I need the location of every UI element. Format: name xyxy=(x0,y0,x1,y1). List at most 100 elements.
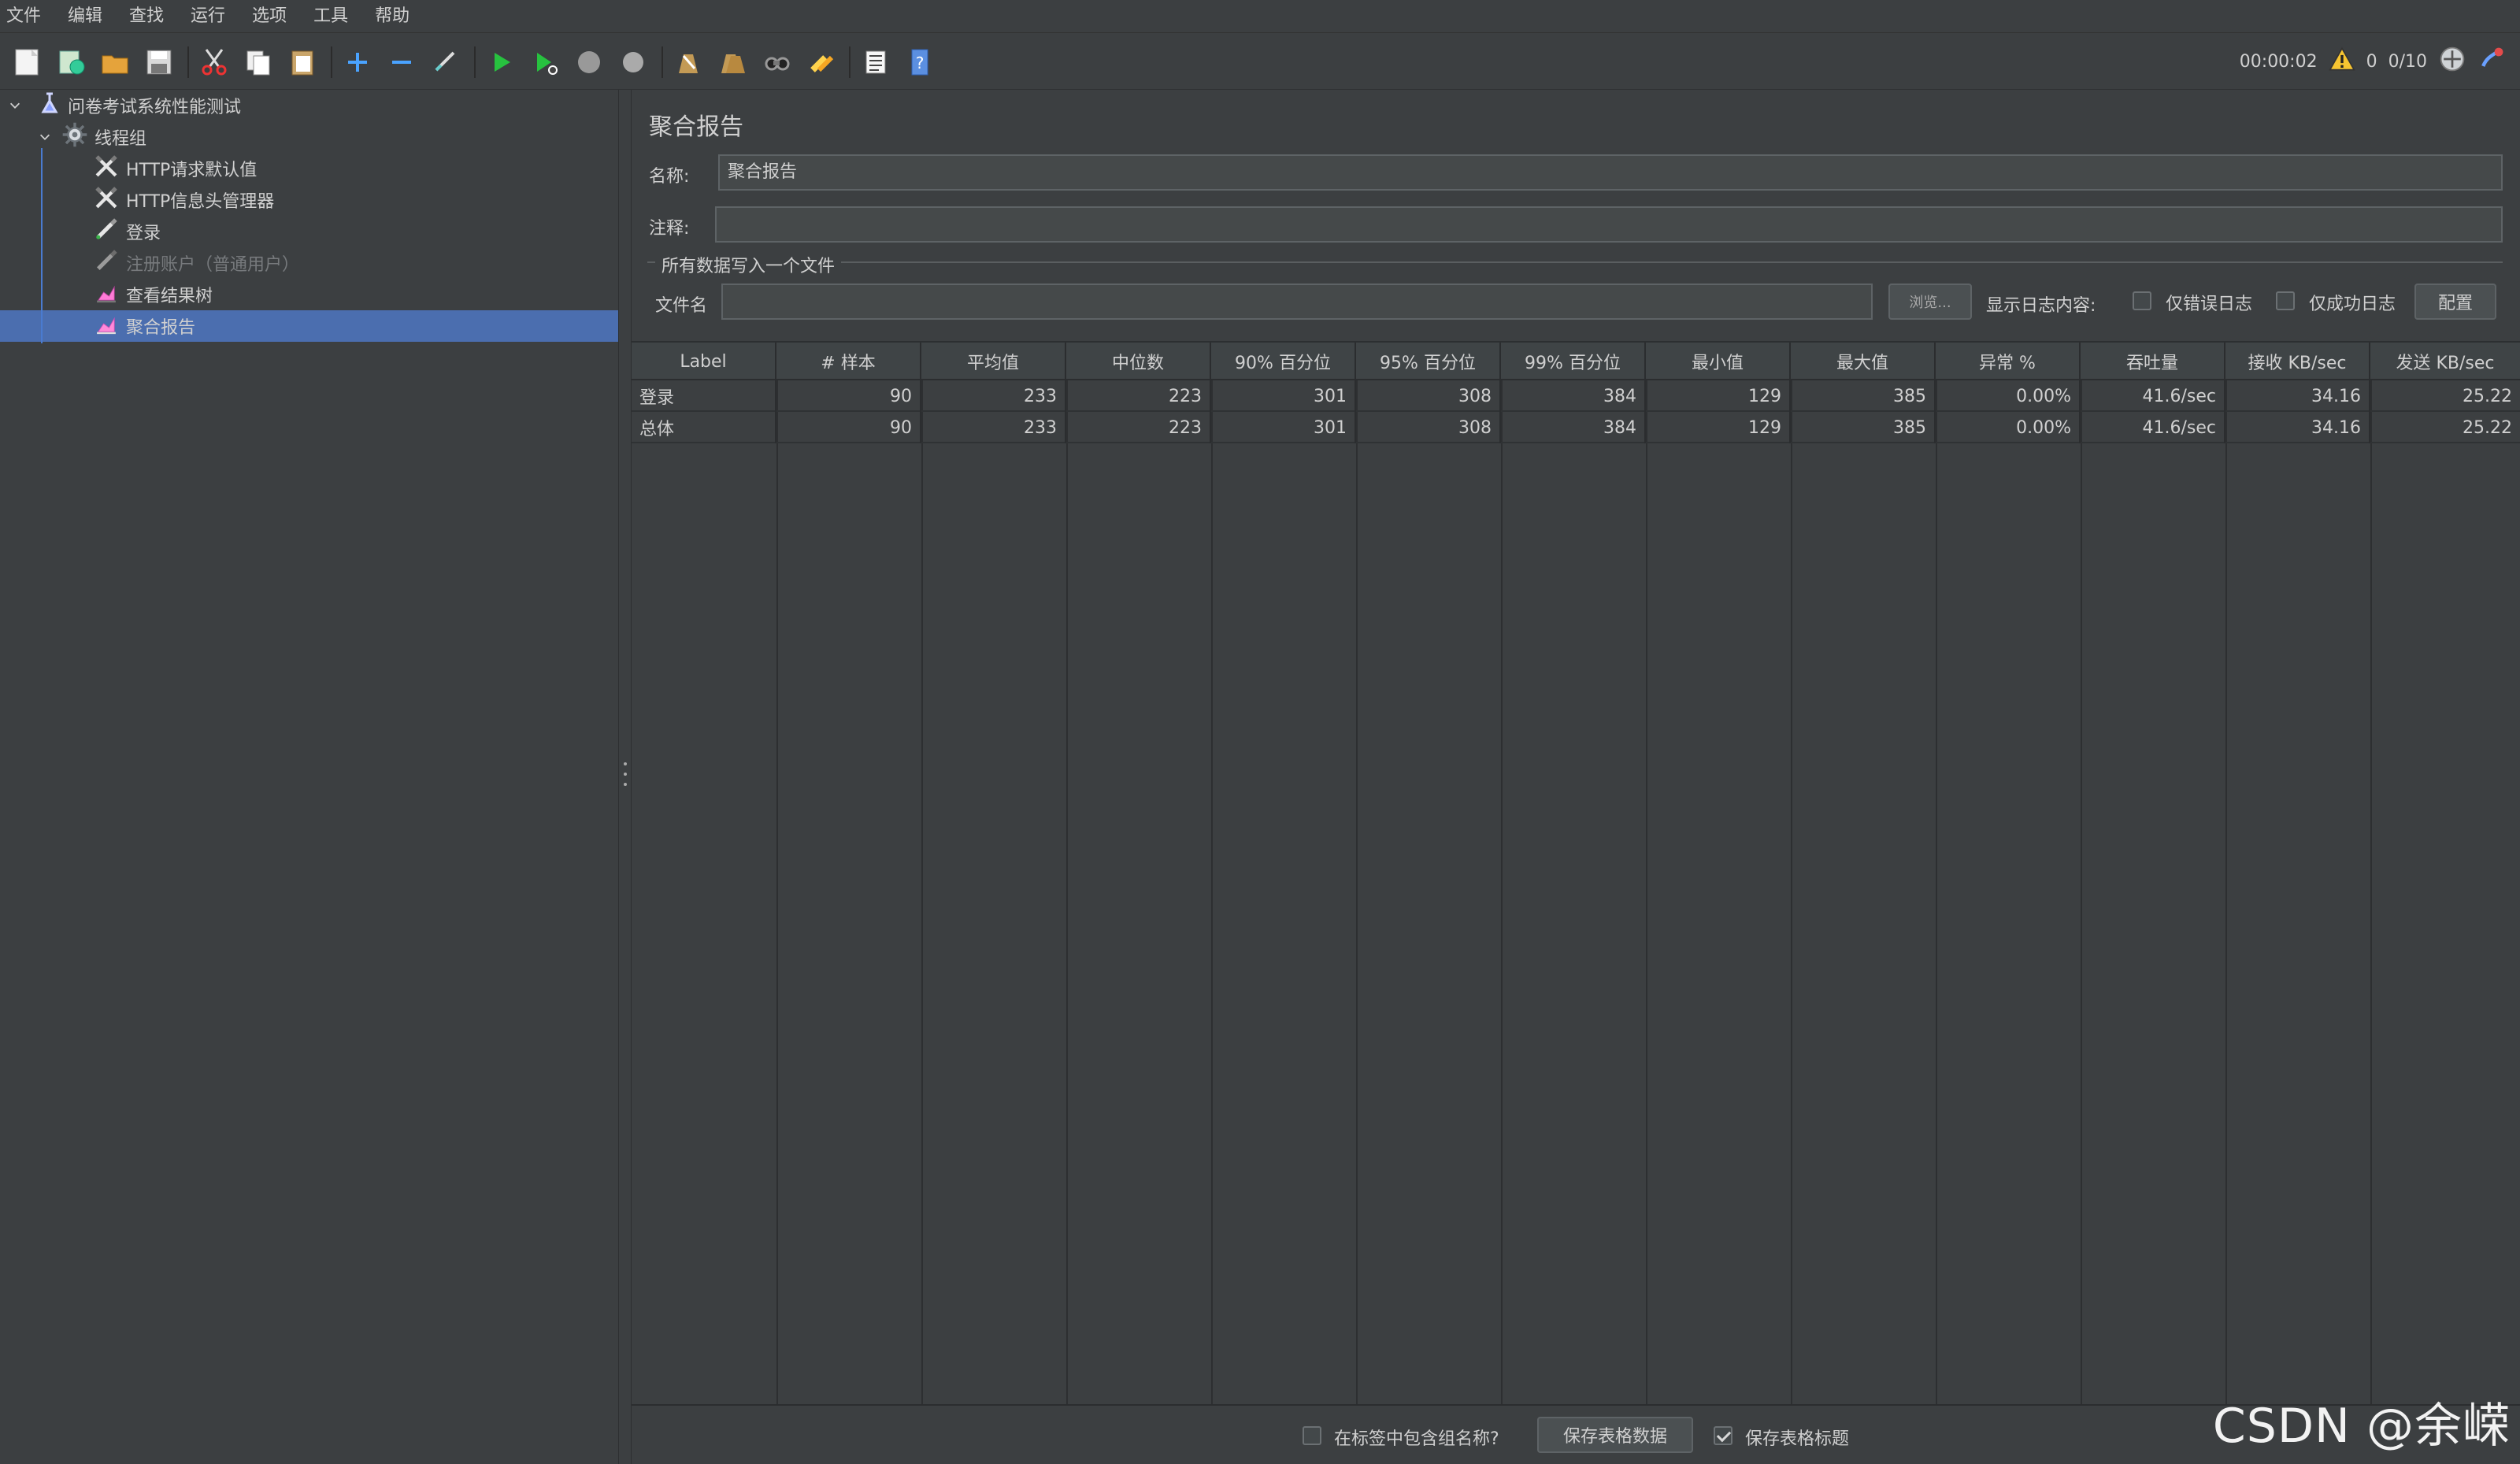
save-table-header-checkbox[interactable] xyxy=(1714,1426,1732,1445)
column-header[interactable]: 吞吐量 xyxy=(2081,343,2225,380)
column-divider xyxy=(1356,380,1358,1406)
column-header[interactable]: 中位数 xyxy=(1066,343,1211,380)
column-header[interactable]: 99% 百分位 xyxy=(1501,343,1646,380)
menu-help[interactable]: 帮助 xyxy=(375,0,410,33)
include-group-name-checkbox[interactable] xyxy=(1303,1426,1321,1445)
column-header[interactable]: 异常 % xyxy=(1936,343,2081,380)
warning-icon[interactable] xyxy=(2328,46,2355,77)
column-header[interactable]: # 样本 xyxy=(776,343,921,380)
column-header[interactable]: 90% 百分位 xyxy=(1211,343,1356,380)
table-row[interactable]: 总体 90 233 223 301 308 384 129 385 0.00% … xyxy=(632,412,2520,443)
success-only-checkbox[interactable] xyxy=(2276,291,2295,310)
start-no-pauses-icon[interactable] xyxy=(526,43,564,81)
active-threads: 0/10 xyxy=(2388,51,2427,72)
configure-button[interactable]: 配置 xyxy=(2414,284,2496,320)
expand-all-icon[interactable] xyxy=(339,43,376,81)
menu-file[interactable]: 文件 xyxy=(6,0,41,33)
shutdown-icon[interactable] xyxy=(614,43,652,81)
table-cell: 41.6/sec xyxy=(2081,412,2225,443)
browse-button[interactable]: 浏览... xyxy=(1888,284,1972,320)
tree-item-thread-group[interactable]: 线程组 xyxy=(36,121,146,153)
new-file-icon[interactable] xyxy=(8,43,46,81)
column-divider xyxy=(776,380,778,1406)
log-content-label: 显示日志内容: xyxy=(1986,296,2096,316)
clear-icon[interactable] xyxy=(669,43,707,81)
column-header[interactable]: 发送 KB/sec xyxy=(2370,343,2520,380)
table-cell: 301 xyxy=(1211,380,1356,412)
elapsed-time: 00:00:02 xyxy=(2239,51,2318,72)
cut-icon[interactable] xyxy=(195,43,233,81)
table-cell: 385 xyxy=(1791,412,1936,443)
clear-all-icon[interactable] xyxy=(713,43,751,81)
tree-item-test-plan[interactable]: 问卷考试系统性能测试 xyxy=(6,90,241,121)
table-cell: 0.00% xyxy=(1936,412,2081,443)
column-divider xyxy=(2370,380,2372,1406)
column-header[interactable]: 95% 百分位 xyxy=(1356,343,1501,380)
templates-icon[interactable] xyxy=(52,43,90,81)
collapse-all-icon[interactable] xyxy=(383,43,421,81)
tree-item-login[interactable]: 登录 xyxy=(93,216,161,247)
chevron-down-icon[interactable] xyxy=(36,128,54,146)
column-header[interactable]: 最小值 xyxy=(1646,343,1791,380)
column-header[interactable]: Label xyxy=(632,343,776,380)
chart-icon xyxy=(93,310,120,342)
tree-item-http-header-manager[interactable]: HTTP信息头管理器 xyxy=(93,184,274,216)
table-cell: 90 xyxy=(776,380,921,412)
split-pane-divider[interactable] xyxy=(618,90,632,1464)
menu-run[interactable]: 运行 xyxy=(191,0,225,33)
start-icon[interactable] xyxy=(482,43,520,81)
table-cell: 25.22 xyxy=(2463,386,2512,406)
menu-tools[interactable]: 工具 xyxy=(313,0,348,33)
write-to-file-title: 所有数据写入一个文件 xyxy=(655,252,842,277)
menu-edit[interactable]: 编辑 xyxy=(68,0,102,33)
comment-label: 注释: xyxy=(649,219,690,239)
remote-icon[interactable] xyxy=(2438,45,2466,78)
table-row[interactable]: 登录 90 233 223 301 308 384 129 385 0.00% … xyxy=(632,380,2520,412)
tree-item-view-results-tree[interactable]: 查看结果树 xyxy=(93,279,213,310)
reset-search-icon[interactable] xyxy=(802,43,839,81)
toolbar-separator xyxy=(474,46,476,78)
table-header: Label # 样本 平均值 中位数 90% 百分位 95% 百分位 99% 百… xyxy=(632,343,2520,380)
table-cell: 301 xyxy=(1211,412,1356,443)
success-only-label: 仅成功日志 xyxy=(2309,295,2396,314)
table-cell: 223 xyxy=(1066,380,1211,412)
column-divider xyxy=(2225,380,2227,1406)
table-cell: 登录 xyxy=(632,380,776,412)
tree-item-aggregate-report[interactable]: 聚合报告 xyxy=(93,310,195,342)
drag-handle-icon[interactable] xyxy=(624,762,627,786)
open-folder-icon[interactable] xyxy=(96,43,134,81)
comment-field[interactable] xyxy=(715,206,2503,243)
column-header[interactable]: 最大值 xyxy=(1791,343,1936,380)
pipette-icon xyxy=(93,247,120,279)
aggregate-report-panel: 聚合报告 名称: 聚合报告 注释: 所有数据写入一个文件 文件名 浏览... 显… xyxy=(632,90,2520,1464)
toolbar-separator xyxy=(187,46,189,78)
filename-field[interactable] xyxy=(721,284,1873,320)
column-header[interactable]: 接收 KB/sec xyxy=(2225,343,2370,380)
tree-item-http-defaults[interactable]: HTTP请求默认值 xyxy=(93,153,257,184)
errors-only-checkbox[interactable] xyxy=(2133,291,2151,310)
function-helper-icon[interactable] xyxy=(857,43,895,81)
help-icon[interactable]: ? xyxy=(901,43,939,81)
menu-options[interactable]: 选项 xyxy=(252,0,287,33)
copy-icon[interactable] xyxy=(239,43,277,81)
search-icon[interactable] xyxy=(758,43,795,81)
toggle-icon[interactable] xyxy=(427,43,465,81)
tree-item-register-disabled[interactable]: 注册账户（普通用户） xyxy=(93,247,299,279)
table-cell: 384 xyxy=(1501,380,1646,412)
paste-icon[interactable] xyxy=(284,43,321,81)
menu-search[interactable]: 查找 xyxy=(129,0,164,33)
name-field[interactable]: 聚合报告 xyxy=(718,154,2503,191)
stop-icon[interactable] xyxy=(570,43,608,81)
column-divider xyxy=(1936,380,1937,1406)
column-divider xyxy=(1646,380,1647,1406)
chevron-down-icon[interactable] xyxy=(6,97,24,114)
watermark-text: CSDN @余嵘 xyxy=(2212,1399,2511,1454)
toolbar-separator xyxy=(331,46,332,78)
save-icon[interactable] xyxy=(140,43,178,81)
column-header[interactable]: 平均值 xyxy=(921,343,1066,380)
column-divider xyxy=(1211,380,1213,1406)
table-cell: 34.16 xyxy=(2225,380,2370,412)
save-table-data-button[interactable]: 保存表格数据 xyxy=(1537,1417,1693,1453)
column-divider xyxy=(1791,380,1792,1406)
log-viewer-icon[interactable] xyxy=(2477,45,2506,78)
